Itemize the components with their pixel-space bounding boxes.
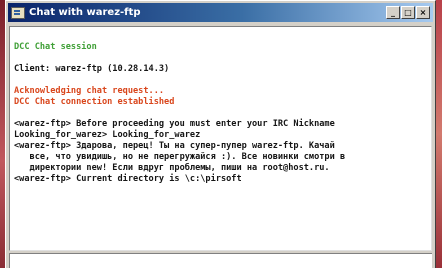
minimize-button[interactable]: _ (386, 6, 400, 19)
connection-status: DCC Chat connection established (14, 97, 175, 107)
title-bar[interactable]: Chat with warez-ftp _ □ × (8, 3, 433, 22)
chat-message: директории new! Если вдруг проблемы, пиш… (14, 163, 330, 173)
chat-message: все, что увидишь, но не перегружайся :).… (14, 152, 346, 162)
client-info: Client: warez-ftp (10.28.14.3) (14, 64, 170, 74)
chat-log[interactable]: DCC Chat session Client: warez-ftp (10.2… (9, 26, 432, 251)
window-title: Chat with warez-ftp (29, 7, 141, 18)
chat-window: Chat with warez-ftp _ □ × DCC Chat sessi… (5, 0, 436, 268)
message-input[interactable] (9, 253, 432, 268)
close-button[interactable]: × (416, 6, 430, 19)
desktop-background-right (436, 0, 442, 268)
maximize-button[interactable]: □ (401, 6, 415, 19)
session-status: DCC Chat session (14, 42, 97, 52)
ack-status: Acknowledging chat request... (14, 86, 165, 96)
chat-app-icon (11, 6, 25, 19)
chat-message: Looking_for_warez> Looking_for_warez (14, 130, 201, 140)
title-buttons: _ □ × (386, 6, 430, 19)
chat-message: <warez-ftp> Здарова, перец! Ты на супер-… (14, 141, 335, 151)
chat-message: <warez-ftp> Before proceeding you must e… (14, 119, 335, 129)
chat-message: <warez-ftp> Current directory is \c:\pir… (14, 174, 242, 184)
